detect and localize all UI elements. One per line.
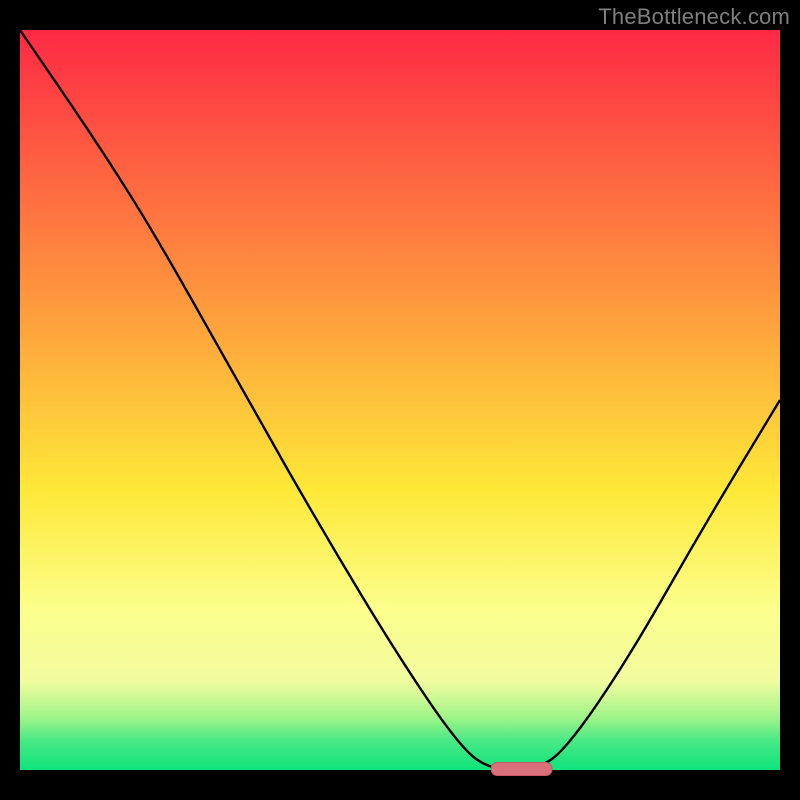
watermark-text: TheBottleneck.com [598, 4, 790, 30]
chart-stage: TheBottleneck.com [0, 0, 800, 800]
optimal-marker [491, 763, 552, 776]
bottleneck-chart [0, 0, 800, 800]
